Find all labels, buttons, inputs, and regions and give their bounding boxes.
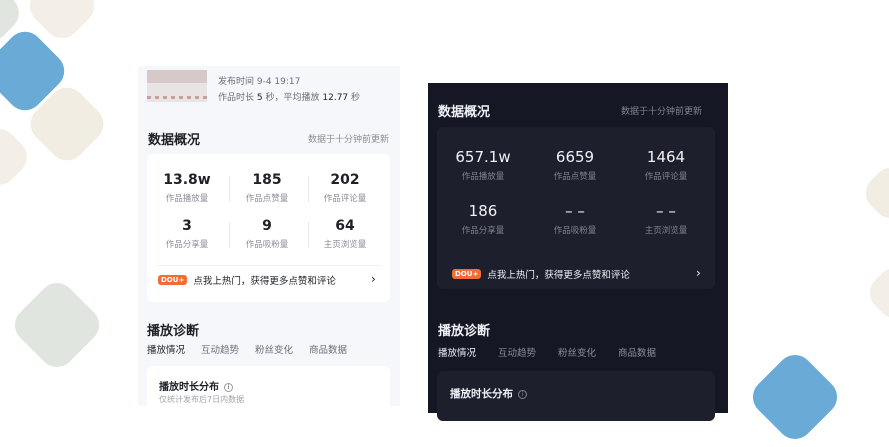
overview-title: 数据概况 xyxy=(438,105,491,120)
stat-fans-gained[interactable]: – – 作品吸粉量 xyxy=(534,202,616,236)
info-icon[interactable]: i xyxy=(518,390,527,399)
light-analytics-panel: 发布时间 9-4 19:17 作品时长 5 秒，平均播放 12.77 秒 数据概… xyxy=(138,66,400,416)
stat-likes[interactable]: 6659 作品点赞量 xyxy=(534,148,616,182)
divider xyxy=(308,176,309,202)
dou-plus-promo[interactable]: DOU+ 点我上热门，获得更多点赞和评论 xyxy=(452,267,630,281)
tab-play-status[interactable]: 播放情况 xyxy=(438,345,476,359)
stat-likes[interactable]: 185 作品点赞量 xyxy=(232,172,302,204)
divider xyxy=(308,222,309,248)
tab-fan-change[interactable]: 粉丝变化 xyxy=(558,345,596,359)
divider xyxy=(229,176,230,202)
divider xyxy=(229,222,230,248)
stat-plays[interactable]: 657.1w 作品播放量 xyxy=(442,148,524,182)
overview-update-note: 数据于十分钟前更新 xyxy=(621,107,703,117)
diagnosis-tabs: 播放情况 互动趋势 粉丝变化 商品数据 xyxy=(438,345,672,359)
dou-plus-badge: DOU+ xyxy=(158,275,188,285)
diagnosis-title: 播放诊断 xyxy=(147,324,200,339)
stat-fans-gained[interactable]: 9 作品吸粉量 xyxy=(232,218,302,250)
stat-shares[interactable]: 3 作品分享量 xyxy=(152,218,222,250)
dou-plus-badge: DOU+ xyxy=(452,269,482,279)
duration-info: 作品时长 5 秒，平均播放 12.77 秒 xyxy=(218,93,361,103)
decor-tile-cream xyxy=(0,121,35,193)
tab-product-data[interactable]: 商品数据 xyxy=(309,342,347,356)
decor-tile-green xyxy=(7,275,107,375)
video-thumbnail[interactable] xyxy=(147,70,207,102)
dark-analytics-panel: 数据概况 数据于十分钟前更新 657.1w 作品播放量 6659 作品点赞量 146… xyxy=(428,83,728,421)
stat-plays[interactable]: 13.8w 作品播放量 xyxy=(152,172,222,204)
stat-profile-views[interactable]: – – 主页浏览量 xyxy=(625,202,707,236)
info-icon[interactable]: i xyxy=(224,383,233,392)
decor-tile-blue xyxy=(745,347,845,447)
diagnosis-title: 播放诊断 xyxy=(438,324,491,339)
tab-interaction-trend[interactable]: 互动趋势 xyxy=(498,345,536,359)
tab-product-data[interactable]: 商品数据 xyxy=(618,345,656,359)
publish-time: 发布时间 9-4 19:17 xyxy=(218,77,301,87)
dou-plus-promo[interactable]: DOU+ 点我上热门，获得更多点赞和评论 xyxy=(158,273,336,287)
stat-comments[interactable]: 1464 作品评论量 xyxy=(625,148,707,182)
duration-dist-title: 播放时长分布 i xyxy=(450,386,527,401)
chevron-right-icon[interactable]: › xyxy=(371,272,376,286)
stat-profile-views[interactable]: 64 主页浏览量 xyxy=(310,218,380,250)
tab-fan-change[interactable]: 粉丝变化 xyxy=(255,342,293,356)
divider xyxy=(156,265,381,266)
promo-text: 点我上热门，获得更多点赞和评论 xyxy=(487,270,630,281)
overview-title: 数据概况 xyxy=(148,133,201,148)
promo-text: 点我上热门，获得更多点赞和评论 xyxy=(193,276,336,287)
overview-update-note: 数据于十分钟前更新 xyxy=(308,135,390,145)
stat-comments[interactable]: 202 作品评论量 xyxy=(310,172,380,204)
diagnosis-tabs: 播放情况 互动趋势 粉丝变化 商品数据 xyxy=(147,342,363,356)
decor-tile-cream xyxy=(858,160,889,226)
duration-dist-title: 播放时长分布 i xyxy=(159,378,233,393)
tab-interaction-trend[interactable]: 互动趋势 xyxy=(201,342,239,356)
chevron-right-icon[interactable]: › xyxy=(696,266,701,280)
tab-play-status[interactable]: 播放情况 xyxy=(147,342,185,356)
stat-shares[interactable]: 186 作品分享量 xyxy=(442,202,524,236)
decor-tile-cream xyxy=(862,260,889,326)
